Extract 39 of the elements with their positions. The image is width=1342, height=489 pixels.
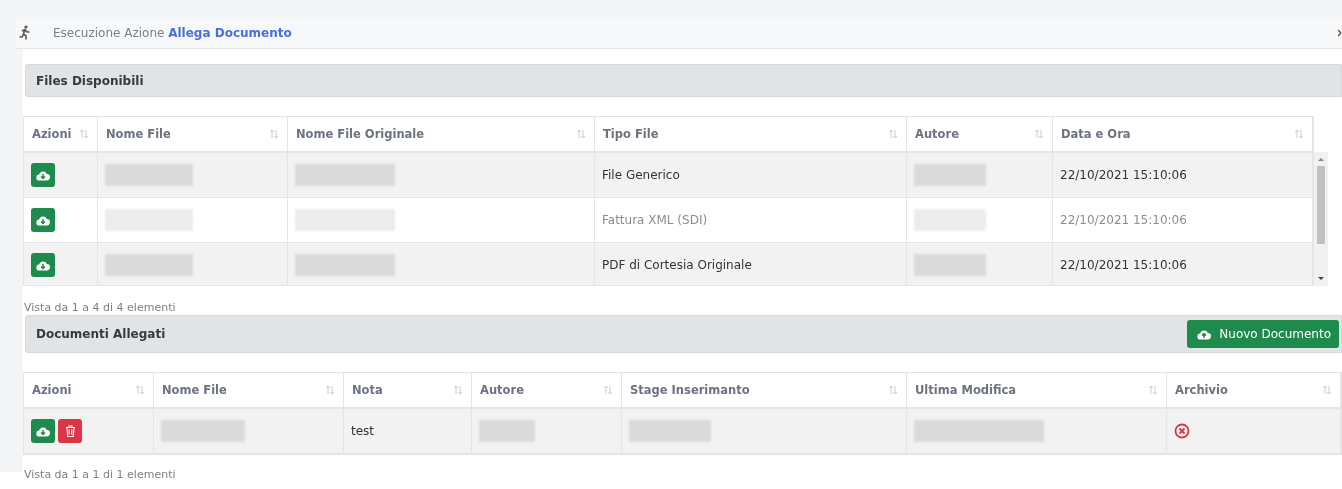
table-cell: 22/10/2021 15:10:06 [1060, 213, 1187, 227]
section-title: Documenti Allegati [36, 327, 166, 341]
sort-icon [1034, 129, 1044, 139]
sort-icon [453, 385, 463, 395]
cloud-upload-icon [1197, 328, 1212, 340]
trash-icon [64, 425, 76, 437]
cloud-download-icon [36, 169, 50, 181]
download-button[interactable] [31, 163, 55, 187]
sort-icon [576, 129, 586, 139]
sort-icon [1322, 385, 1332, 395]
sort-icon [79, 129, 89, 139]
sort-icon [888, 129, 898, 139]
dialog-title: Esecuzione Azione Allega Documento [53, 25, 293, 40]
download-button[interactable] [31, 253, 55, 277]
table-cell: PDF di Cortesia Originale [602, 258, 752, 272]
sort-icon [135, 385, 145, 395]
table-cell: 22/10/2021 15:10:06 [1060, 258, 1187, 272]
section-title: Files Disponibili [36, 73, 144, 88]
table-cell: test [351, 424, 375, 438]
sort-icon [1148, 385, 1158, 395]
sort-icon [1294, 129, 1304, 139]
table-cell: File Generico [602, 168, 680, 182]
table-cell: 22/10/2021 15:10:06 [1060, 168, 1187, 182]
cloud-download-icon [36, 214, 50, 226]
running-person-icon [18, 25, 31, 40]
sort-icon [603, 385, 613, 395]
cloud-download-icon [36, 259, 50, 271]
delete-button[interactable] [58, 419, 82, 443]
sort-icon [269, 129, 279, 139]
table-info: Vista da 1 a 1 di 1 elementi [23, 467, 177, 481]
download-button[interactable] [31, 419, 55, 443]
table-info: Vista da 1 a 4 di 4 elementi [23, 300, 177, 315]
sort-icon [325, 385, 335, 395]
sort-icon [888, 385, 898, 395]
new-document-button[interactable]: Nuovo Documento [1187, 320, 1339, 348]
download-button[interactable] [31, 208, 55, 232]
cloud-download-icon [36, 425, 50, 437]
scrollbar[interactable] [1314, 152, 1328, 286]
table-cell: Fattura XML (SDI) [602, 213, 708, 227]
